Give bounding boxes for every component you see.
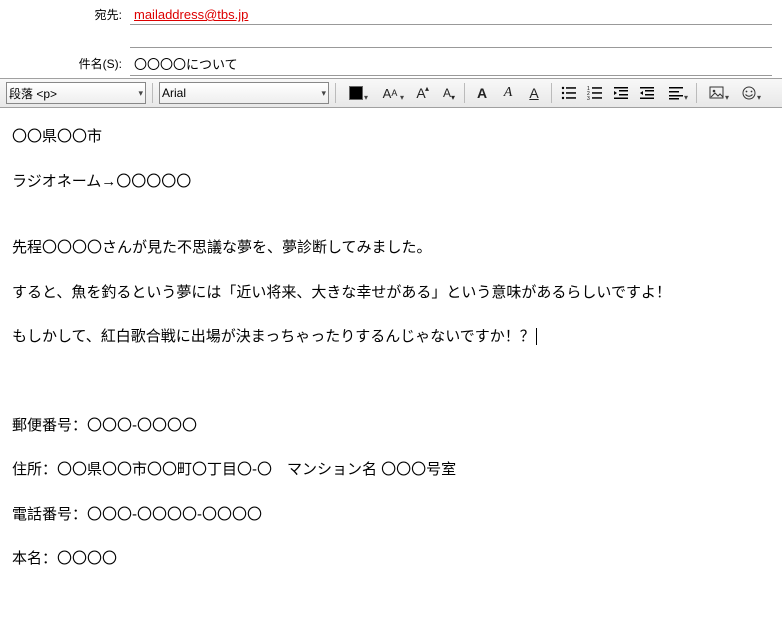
chevron-down-icon: ▾ xyxy=(757,93,761,102)
bold-button[interactable]: A xyxy=(471,82,493,104)
chevron-down-icon: ▾ xyxy=(684,93,688,102)
chevron-down-icon: ▾ xyxy=(138,88,143,99)
body-line: 先程〇〇〇〇さんが見た不思議な夢を、夢診断してみました。 xyxy=(12,237,770,260)
to-value: mailaddress@tbs.jp xyxy=(134,7,248,22)
body-line: 郵便番号：〇〇〇-〇〇〇〇 xyxy=(12,415,770,438)
separator xyxy=(464,83,465,103)
outdent-icon xyxy=(613,85,629,101)
italic-button[interactable]: A xyxy=(497,82,519,104)
paragraph-style-value: 段落 <p> xyxy=(9,85,57,102)
font-size-button[interactable]: AA ▾ xyxy=(374,82,406,104)
color-swatch-icon xyxy=(349,86,363,100)
font-family-dropdown[interactable]: Arial ▾ xyxy=(159,82,329,104)
numbered-list-icon: 123 xyxy=(587,85,603,101)
chevron-down-icon: ▾ xyxy=(725,93,729,102)
svg-text:3: 3 xyxy=(587,96,590,101)
body-line: 〇〇県〇〇市 xyxy=(12,126,770,149)
separator xyxy=(696,83,697,103)
outdent-button[interactable] xyxy=(610,82,632,104)
cc-field[interactable] xyxy=(130,28,772,48)
underline-button[interactable]: A xyxy=(523,82,545,104)
body-line: 電話番号：〇〇〇-〇〇〇〇-〇〇〇〇 xyxy=(12,504,770,527)
image-icon xyxy=(709,85,725,101)
body-line: すると、魚を釣るという夢には「近い将来、大きな幸せがある」という意味があるらしい… xyxy=(12,282,770,305)
subject-value: 〇〇〇〇について xyxy=(134,57,238,72)
decrease-font-button[interactable]: A▾ xyxy=(436,82,458,104)
separator xyxy=(152,83,153,103)
indent-button[interactable] xyxy=(636,82,658,104)
separator xyxy=(551,83,552,103)
smiley-icon xyxy=(741,85,757,101)
to-label: 宛先: xyxy=(0,6,130,23)
body-line: 本名：〇〇〇〇 xyxy=(12,548,770,571)
body-line: もしかして、紅白歌合戦に出場が決まっちゃったりするんじゃないですか！？ xyxy=(12,326,770,349)
numbered-list-button[interactable]: 123 xyxy=(584,82,606,104)
message-body-editor[interactable]: 〇〇県〇〇市 ラジオネーム→〇〇〇〇〇 先程〇〇〇〇さんが見た不思議な夢を、夢診… xyxy=(0,108,782,589)
chevron-down-icon: ▾ xyxy=(364,93,368,102)
align-icon xyxy=(668,85,684,101)
insert-image-button[interactable]: ▾ xyxy=(703,82,731,104)
chevron-down-icon: ▾ xyxy=(400,93,404,102)
bullet-list-icon xyxy=(561,85,577,101)
subject-label: 件名(S): xyxy=(0,55,130,72)
indent-icon xyxy=(639,85,655,101)
bullet-list-button[interactable] xyxy=(558,82,580,104)
format-toolbar: 段落 <p> ▾ Arial ▾ ▾ AA ▾ A▴ A▾ A A A 123 … xyxy=(0,78,782,108)
align-menu-button[interactable]: ▾ xyxy=(662,82,690,104)
increase-font-button[interactable]: A▴ xyxy=(410,82,432,104)
subject-field[interactable]: 〇〇〇〇について xyxy=(130,51,772,76)
paragraph-style-dropdown[interactable]: 段落 <p> ▾ xyxy=(6,82,146,104)
text-color-button[interactable]: ▾ xyxy=(342,82,370,104)
body-line: 住所：〇〇県〇〇市〇〇町〇丁目〇-〇 マンション名 〇〇〇号室 xyxy=(12,459,770,482)
body-line: ラジオネーム→〇〇〇〇〇 xyxy=(12,171,770,194)
to-field[interactable]: mailaddress@tbs.jp xyxy=(130,4,772,25)
emoji-button[interactable]: ▾ xyxy=(735,82,763,104)
text-cursor xyxy=(535,328,537,345)
separator xyxy=(335,83,336,103)
font-family-value: Arial xyxy=(162,86,186,100)
chevron-down-icon: ▾ xyxy=(321,88,326,99)
